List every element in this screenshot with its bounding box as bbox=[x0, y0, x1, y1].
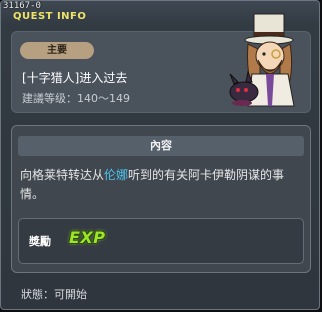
quest-summary-card: 主要 [十字猎人]进入过去 建議等级：140～149 bbox=[11, 13, 311, 113]
window-title: QUEST INFO bbox=[13, 11, 87, 22]
quest-type-badge: 主要 bbox=[20, 42, 94, 59]
quest-status: 狀態：可開始 bbox=[21, 288, 87, 301]
content-panel: 內容 向格莱特转达从伦娜听到的有关阿卡伊勒阴谋的事情。 獎勵 EXP bbox=[11, 125, 311, 273]
reward-box: 獎勵 EXP bbox=[18, 218, 304, 264]
quest-recommended-level: 建議等级：140～149 bbox=[22, 92, 130, 105]
npc-portrait-icon bbox=[229, 13, 295, 107]
quest-info-window: 31167-0 QUEST INFO 主要 [十字猎人]进入过去 建議等级：14… bbox=[0, 0, 320, 310]
quest-description: 向格莱特转达从伦娜听到的有关阿卡伊勒阴谋的事情。 bbox=[20, 166, 304, 204]
exp-reward-icon[interactable]: EXP bbox=[69, 228, 106, 247]
reward-label: 獎勵 bbox=[29, 235, 51, 248]
npc-name-highlight: 伦娜 bbox=[104, 168, 129, 182]
description-text-start: 向格莱特转达从 bbox=[20, 168, 105, 182]
quest-id: 31167-0 bbox=[3, 1, 41, 11]
content-section-header: 內容 bbox=[18, 136, 304, 156]
quest-name: [十字猎人]进入过去 bbox=[22, 71, 128, 85]
